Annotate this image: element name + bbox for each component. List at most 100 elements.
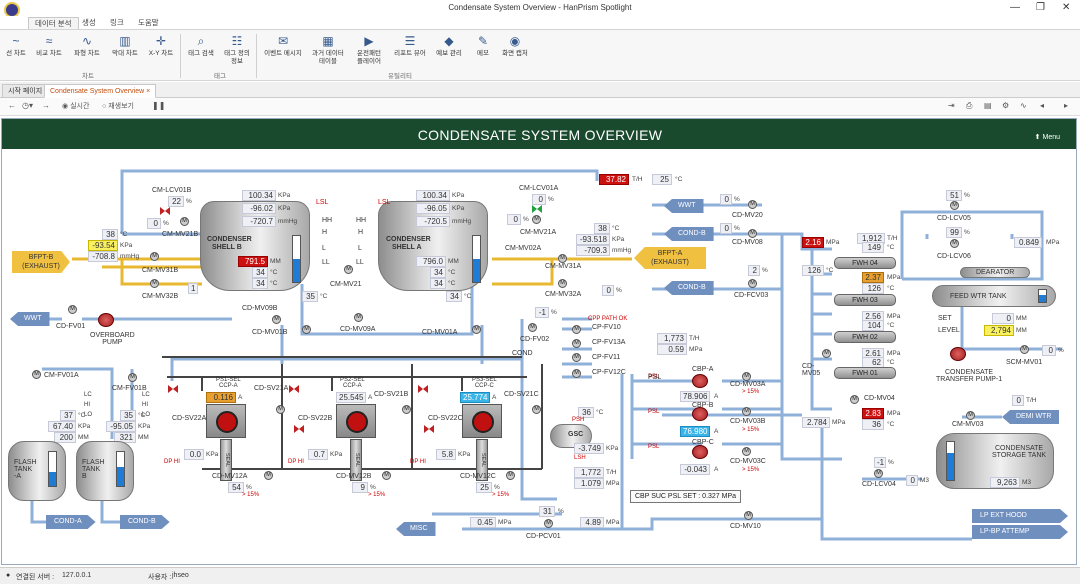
- cdmv20-motor-icon[interactable]: M: [748, 200, 757, 209]
- misc-arrow[interactable]: MISC: [396, 522, 436, 536]
- cond-a-arrow[interactable]: COND-A: [46, 515, 96, 529]
- cpfv11-icon[interactable]: M: [572, 353, 581, 362]
- settings-icon[interactable]: ⚙: [1002, 101, 1009, 110]
- cmfv01b-motor-icon[interactable]: M: [128, 373, 137, 382]
- print-icon[interactable]: ⎙: [966, 101, 972, 111]
- p1-motor-icon[interactable]: M: [276, 405, 285, 414]
- sv22b-valve-icon[interactable]: [294, 425, 304, 433]
- lcv05-motor-icon[interactable]: M: [950, 201, 959, 210]
- tab-condensate-overview[interactable]: Condensate System Overview ×: [44, 84, 157, 98]
- ccp-c-pump[interactable]: [462, 404, 502, 438]
- memo-button[interactable]: ✎ 메모: [470, 34, 496, 58]
- pause-icon[interactable]: ❚❚: [152, 101, 165, 110]
- ccp-b-pump[interactable]: [336, 404, 376, 438]
- cpfv10-icon[interactable]: M: [572, 325, 581, 334]
- mv21-motor-icon[interactable]: M: [344, 265, 353, 274]
- mv21a-motor-icon[interactable]: M: [532, 215, 541, 224]
- lcv01a-valve-icon[interactable]: [532, 205, 542, 213]
- cdmv03a-motor-icon[interactable]: M: [742, 372, 751, 381]
- sv21a-valve-icon[interactable]: [289, 385, 299, 393]
- nav-right-icon[interactable]: ▸: [1064, 101, 1068, 110]
- cdmv03c-motor-icon[interactable]: M: [742, 447, 751, 456]
- sv22a-valve-icon[interactable]: [168, 385, 178, 393]
- minimize-icon[interactable]: —: [1010, 2, 1020, 13]
- cdfv01-motor-icon[interactable]: M: [68, 305, 77, 314]
- cdfcv03-motor-icon[interactable]: M: [748, 279, 757, 288]
- cdmv09b-motor-icon[interactable]: M: [272, 315, 281, 324]
- scmmv01-motor-icon[interactable]: M: [1020, 345, 1029, 354]
- wave-chart-button[interactable]: ∿ 파형 차트: [72, 34, 102, 58]
- sv21b-valve-icon[interactable]: [418, 385, 428, 393]
- cond-b3-arrow[interactable]: COND-B: [664, 281, 714, 295]
- cdmv03b-motor-icon[interactable]: M: [742, 407, 751, 416]
- lcv01b-valve-icon[interactable]: [160, 207, 170, 215]
- trend-icon[interactable]: ∿: [1020, 101, 1027, 110]
- cbp-a-pump-icon[interactable]: [692, 374, 708, 388]
- cond-b-arrow[interactable]: COND-B: [120, 515, 170, 529]
- mv31a-motor-icon[interactable]: M: [558, 254, 567, 263]
- fwh-01[interactable]: FWH 01: [834, 367, 896, 379]
- lcv06-motor-icon[interactable]: M: [950, 239, 959, 248]
- sv22c-valve-icon[interactable]: [424, 425, 434, 433]
- lp-bp-attemp-arrow[interactable]: LP-BP ATTEMP: [972, 525, 1068, 539]
- replay-radio[interactable]: ○ 재생보기: [102, 101, 134, 111]
- screen-capture-button[interactable]: ◉ 화면 캡처: [500, 34, 530, 58]
- cdmv01a-motor-icon[interactable]: M: [472, 325, 481, 334]
- cdmv12a-motor-icon[interactable]: M: [264, 471, 273, 480]
- lp-ext-hood-arrow[interactable]: LP EXT HOOD: [972, 509, 1068, 523]
- forecast-button[interactable]: ◆ 예보 관리: [434, 34, 464, 58]
- xy-chart-button[interactable]: ✛ X-Y 차트: [146, 34, 176, 58]
- transfer-pump-icon[interactable]: [950, 347, 966, 361]
- history-icon[interactable]: ◷▾: [22, 101, 33, 110]
- wwt-arrow[interactable]: WWT: [10, 312, 50, 326]
- maximize-icon[interactable]: ❐: [1036, 2, 1045, 13]
- fwh-02[interactable]: FWH 02: [834, 331, 896, 343]
- pattern-player-button[interactable]: ▶ 운전패턴 플레이어: [352, 34, 386, 66]
- compare-chart-button[interactable]: ≈ 비교 차트: [34, 34, 64, 58]
- p2-motor-icon[interactable]: M: [402, 405, 411, 414]
- overboard-pump-icon[interactable]: [98, 313, 114, 327]
- line-chart-button[interactable]: ~ 선 차트: [4, 34, 28, 58]
- tab-start-page[interactable]: 시작 페이지: [2, 84, 49, 98]
- mv21b-motor-icon[interactable]: M: [180, 217, 189, 226]
- tag-definition-button[interactable]: ☷ 태그 정의 정보: [222, 34, 252, 66]
- cdmv12c-motor-icon[interactable]: M: [506, 471, 515, 480]
- p3-motor-icon[interactable]: M: [532, 405, 541, 414]
- cdmv10-motor-icon[interactable]: M: [744, 511, 753, 520]
- close-icon[interactable]: ✕: [1062, 2, 1070, 13]
- fit-icon[interactable]: ⇥: [948, 101, 955, 110]
- cbp-c-pump-icon[interactable]: [692, 445, 708, 459]
- report-viewer-button[interactable]: ☰ 리포트 뷰어: [392, 34, 428, 58]
- cond-b2-arrow[interactable]: COND-B: [664, 227, 714, 241]
- fwh-04[interactable]: FWH 04: [834, 257, 896, 269]
- bfpt-b-exhaust[interactable]: BFPT-B (EXHAUST): [12, 251, 70, 273]
- cpfv13-icon[interactable]: M: [572, 339, 581, 348]
- history-table-button[interactable]: ▦ 과거 데이터 테이블: [310, 34, 346, 66]
- cdfv02-motor-icon[interactable]: M: [528, 323, 537, 332]
- tab-close-icon[interactable]: ×: [146, 88, 150, 95]
- cdpcv01-motor-icon[interactable]: M: [544, 519, 553, 528]
- mv32a-motor-icon[interactable]: M: [558, 279, 567, 288]
- cdmv08-motor-icon[interactable]: M: [748, 229, 757, 238]
- cmmv03-motor-icon[interactable]: M: [966, 411, 975, 420]
- back-icon[interactable]: ←: [8, 101, 16, 110]
- ccp-a-pump[interactable]: [206, 404, 246, 438]
- cdmv01b-motor-icon[interactable]: M: [302, 325, 311, 334]
- bar-chart-button[interactable]: ▥ 막대 차트: [110, 34, 140, 58]
- menu-link[interactable]: 링크: [104, 17, 130, 29]
- cdmv12b-motor-icon[interactable]: M: [382, 471, 391, 480]
- cdmv04-motor-icon[interactable]: M: [850, 395, 859, 404]
- mv31b-motor-icon[interactable]: M: [150, 252, 159, 261]
- bfpt-a-exhaust[interactable]: BFPT-A (EXHAUST): [634, 247, 706, 269]
- mv32b-motor-icon[interactable]: M: [150, 279, 159, 288]
- cbp-b-pump-icon[interactable]: [692, 407, 708, 421]
- menu-help[interactable]: 도움말: [132, 17, 165, 29]
- cdlcv04-motor-icon[interactable]: M: [874, 469, 883, 478]
- wwt2-arrow[interactable]: WWT: [664, 199, 704, 213]
- tag-search-button[interactable]: ⌕ 태그 검색: [186, 34, 216, 58]
- cdmv09a-motor-icon[interactable]: M: [354, 313, 363, 322]
- fwh-03[interactable]: FWH 03: [834, 294, 896, 306]
- export-icon[interactable]: ▤: [984, 101, 992, 110]
- realtime-radio[interactable]: ◉ 실시간: [62, 101, 89, 111]
- forward-icon[interactable]: →: [42, 101, 50, 110]
